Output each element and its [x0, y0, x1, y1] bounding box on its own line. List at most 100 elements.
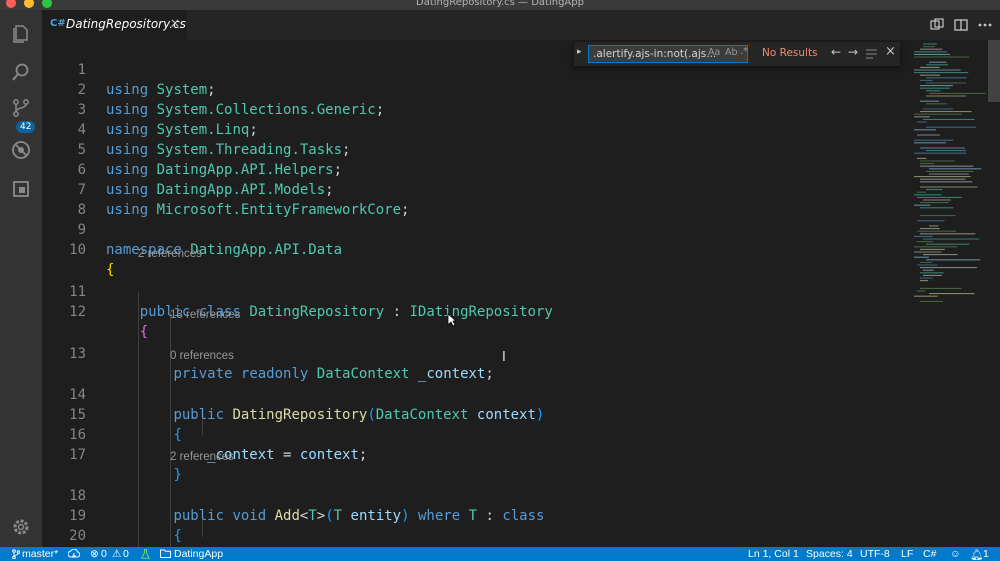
- brace: {: [139, 324, 149, 340]
- variable-name: context: [299, 447, 359, 463]
- encoding[interactable]: UTF-8: [860, 548, 890, 560]
- next-match-button[interactable]: →: [848, 45, 858, 59]
- title-bar: DatingRepository.cs — DatingApp: [0, 0, 1000, 10]
- error-icon[interactable]: ⊗: [90, 548, 99, 560]
- keyword: using: [106, 182, 149, 198]
- close-find-button[interactable]: ×: [885, 44, 896, 59]
- code-line: 4 using System.Threading.Tasks;: [42, 100, 351, 158]
- keyword: public: [173, 508, 225, 524]
- punctuation: >: [316, 508, 326, 524]
- code-line: 3 using System.Linq;: [42, 80, 258, 138]
- code-line: 15 {: [42, 385, 182, 443]
- regex-button[interactable]: .*: [740, 46, 748, 57]
- tab-dating-repository[interactable]: C# DatingRepository.cs ×: [42, 10, 187, 40]
- tab-bar: C# DatingRepository.cs ×: [42, 10, 1000, 40]
- operator: =: [283, 447, 292, 463]
- code-line: 21 }: [42, 526, 76, 546]
- code-lens-references[interactable]: 2 references: [138, 246, 202, 262]
- line-number: 12: [69, 304, 86, 320]
- split-editor-icon[interactable]: [954, 18, 968, 32]
- source-control-icon[interactable]: [11, 98, 31, 118]
- type-name: IDatingRepository: [409, 304, 553, 320]
- match-case-button[interactable]: Aa: [708, 47, 720, 58]
- text-cursor-icon: I: [502, 350, 506, 365]
- find-widget: ▸ .alertify.ajs-in:not(.ajs... Aa Ab .* …: [574, 42, 900, 66]
- namespace-name: System.Collections.Generic: [156, 102, 376, 118]
- code-line: 1 using System;: [42, 40, 216, 98]
- feedback-icon[interactable]: ☺: [950, 548, 961, 560]
- find-result-text: No Results: [762, 47, 818, 59]
- type-name: DatingRepository: [249, 304, 385, 320]
- previous-match-button[interactable]: ←: [831, 45, 841, 59]
- namespace-name: Microsoft.EntityFrameworkCore: [156, 202, 402, 218]
- minimap[interactable]: [912, 40, 988, 547]
- namespace-name: System: [156, 82, 208, 98]
- explorer-icon[interactable]: [11, 23, 31, 43]
- paren: (: [325, 508, 334, 524]
- punctuation: ;: [485, 366, 494, 382]
- more-actions-icon[interactable]: [978, 18, 992, 32]
- code-line: 13 private readonly DataContext _context…: [42, 324, 494, 382]
- punctuation: :: [485, 508, 494, 524]
- code-lens-references[interactable]: 0 references: [170, 348, 234, 364]
- code-line: 18 public void Add<T>(T entity) where T …: [42, 466, 544, 524]
- debug-icon[interactable]: [11, 140, 31, 160]
- code-line: 11 public class DatingRepository : IDati…: [42, 262, 553, 320]
- warning-count[interactable]: 0: [123, 548, 129, 560]
- source-control-badge: 42: [16, 121, 36, 133]
- code-line: 10 {: [42, 220, 114, 278]
- find-in-selection-icon[interactable]: [866, 49, 877, 59]
- sync-icon[interactable]: [68, 549, 80, 559]
- code-line: 7 using Microsoft.EntityFrameworkCore;: [42, 160, 410, 218]
- code-lens-references[interactable]: 2 references: [170, 449, 234, 465]
- code-line: 20 _context.Add(entity);: [42, 506, 86, 544]
- type-name: DataContext: [375, 407, 469, 423]
- git-branch[interactable]: master*: [22, 548, 58, 560]
- close-tab-icon[interactable]: ×: [170, 16, 180, 30]
- punctuation: ;: [401, 202, 410, 218]
- notification-count[interactable]: 1: [983, 548, 989, 560]
- code-line: 9 namespace DatingApp.API.Data: [42, 200, 342, 258]
- settings-gear-icon[interactable]: [11, 517, 31, 537]
- punctuation: ;: [375, 102, 385, 118]
- keyword: using: [106, 142, 149, 158]
- punctuation: ;: [249, 122, 258, 138]
- variable-name: context: [476, 407, 536, 423]
- punctuation: :: [392, 304, 402, 320]
- language-mode[interactable]: C#: [923, 548, 936, 560]
- extensions-icon[interactable]: [11, 179, 31, 199]
- keyword: where: [417, 508, 461, 524]
- brace: {: [106, 262, 115, 278]
- brace: }: [173, 467, 182, 483]
- code-lens-references[interactable]: 13 references: [170, 307, 240, 323]
- vertical-scrollbar[interactable]: [988, 40, 1000, 547]
- scrollbar-thumb[interactable]: [988, 40, 1000, 102]
- warning-icon[interactable]: ⚠: [112, 548, 121, 560]
- toggle-replace-chevron-icon[interactable]: ▸: [577, 47, 582, 57]
- keyword: using: [106, 102, 149, 118]
- cursor-position[interactable]: Ln 1, Col 1: [748, 548, 799, 560]
- csharp-file-icon: C#: [50, 18, 66, 29]
- notification-bell-icon[interactable]: 🔔︎: [970, 548, 983, 561]
- search-icon[interactable]: [11, 62, 31, 82]
- keyword: readonly: [240, 366, 309, 382]
- punctuation: ;: [325, 182, 334, 198]
- type-name: DataContext: [316, 366, 410, 382]
- punctuation: ;: [358, 447, 368, 463]
- code-line: 19 {: [42, 486, 182, 544]
- whole-word-button[interactable]: Ab: [725, 47, 738, 58]
- window-title: DatingRepository.cs — DatingApp: [416, 0, 584, 8]
- code-line: 17 }: [42, 425, 182, 483]
- indentation[interactable]: Spaces: 4: [806, 548, 853, 560]
- end-of-line[interactable]: LF: [901, 548, 913, 560]
- open-changes-icon[interactable]: [930, 18, 944, 32]
- paren: ): [401, 508, 410, 524]
- find-query: .alertify.ajs-in:not(.ajs...: [593, 48, 717, 60]
- error-count[interactable]: 0: [101, 548, 107, 560]
- workspace-folder[interactable]: DatingApp: [174, 548, 223, 560]
- flask-icon[interactable]: [141, 549, 150, 559]
- find-input[interactable]: .alertify.ajs-in:not(.ajs...: [588, 45, 748, 63]
- paren: (: [367, 407, 376, 423]
- code-line: 6 using DatingApp.API.Models;: [42, 140, 334, 198]
- code-editor[interactable]: 1 using System; 2 using System.Collectio…: [42, 40, 912, 547]
